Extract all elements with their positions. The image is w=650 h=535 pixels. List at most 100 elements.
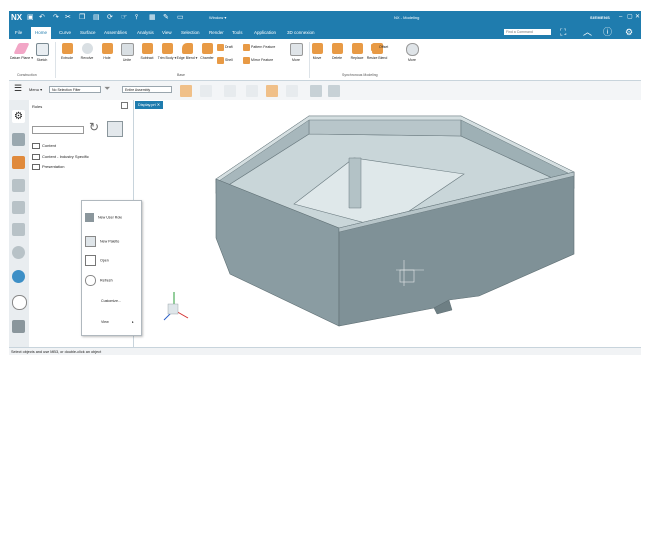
selection-filter-dropdown[interactable]: No Selection Filter bbox=[49, 86, 101, 93]
settings-icon[interactable]: ⚙ bbox=[625, 28, 633, 37]
panel-pin-icon[interactable] bbox=[121, 102, 128, 109]
filter-funnel-icon[interactable]: ⏷ bbox=[104, 84, 110, 94]
collapse-ribbon-icon[interactable]: ︿ bbox=[583, 28, 592, 37]
point-snap-icon[interactable] bbox=[286, 85, 298, 97]
menu-item-view[interactable]: View ▸ bbox=[101, 320, 137, 324]
touch-mode-icon[interactable]: ☞ bbox=[121, 14, 127, 22]
save-icon[interactable]: ▣ bbox=[27, 14, 34, 22]
face-select-icon[interactable] bbox=[266, 85, 278, 97]
graphics-window[interactable]: Display.prt ✕ bbox=[134, 100, 641, 347]
assembly-navigator-icon[interactable] bbox=[12, 156, 25, 169]
tab-analysis[interactable]: Analysis bbox=[137, 30, 154, 35]
unite-button[interactable]: Unite bbox=[116, 43, 138, 62]
info-icon[interactable] bbox=[12, 246, 25, 259]
history-clock-icon[interactable] bbox=[12, 295, 27, 310]
part-model[interactable] bbox=[134, 100, 641, 347]
subtract-button[interactable]: Subtract bbox=[136, 43, 158, 60]
move-face-icon bbox=[311, 43, 323, 54]
menu-item-open[interactable]: Open bbox=[85, 255, 109, 266]
fullscreen-icon[interactable]: ⛶ bbox=[560, 28, 566, 37]
pattern-feature-button[interactable]: Pattern Feature bbox=[243, 43, 275, 51]
tab-surface[interactable]: Surface bbox=[80, 30, 96, 35]
window-dropdown[interactable]: Window ▾ bbox=[209, 15, 226, 20]
replace-face-icon bbox=[351, 43, 363, 54]
tab-file[interactable]: File bbox=[15, 30, 22, 35]
undo-icon[interactable]: ↶ bbox=[39, 14, 45, 22]
ribbon-tab-bar: File Home Curve Surface Assemblies Analy… bbox=[9, 26, 641, 39]
sketch-button[interactable]: Sketch bbox=[31, 43, 53, 62]
cut-icon[interactable]: ✂ bbox=[65, 14, 71, 22]
roles-filter-dropdown[interactable] bbox=[32, 126, 84, 134]
subtract-icon bbox=[141, 43, 153, 54]
sketch-icon bbox=[35, 43, 49, 56]
pin-icon[interactable]: ⫯ bbox=[135, 14, 138, 22]
delete-face-icon bbox=[331, 43, 343, 54]
repeat-command-icon[interactable]: ⟳ bbox=[107, 14, 113, 22]
list-item[interactable]: Content bbox=[32, 143, 56, 149]
filter-icon[interactable] bbox=[224, 85, 236, 97]
close-icon[interactable]: ✕ bbox=[635, 14, 640, 20]
tab-3dconnexion[interactable]: 3D connexion bbox=[287, 30, 315, 35]
minimize-icon[interactable]: – bbox=[619, 14, 622, 20]
replace-face-button[interactable]: Replace bbox=[346, 43, 368, 60]
web-browser-icon[interactable] bbox=[12, 270, 25, 283]
paste-icon[interactable]: ▤ bbox=[93, 14, 100, 22]
tab-assemblies[interactable]: Assemblies bbox=[104, 30, 127, 35]
menu-item-customize[interactable]: Customize... bbox=[101, 299, 121, 303]
mirror-feature-button[interactable]: Mirror Feature bbox=[243, 56, 273, 64]
hole-button[interactable]: Hole bbox=[96, 43, 118, 60]
revolve-button[interactable]: Revolve bbox=[76, 43, 98, 60]
tab-render[interactable]: Render bbox=[209, 30, 224, 35]
tab-application[interactable]: Application bbox=[254, 30, 276, 35]
selection-scope-dropdown[interactable]: Entire Assembly bbox=[122, 86, 172, 93]
offset-button[interactable]: Offset bbox=[371, 43, 388, 51]
shaded-view-icon[interactable] bbox=[310, 85, 322, 97]
trim-body-button[interactable]: Trim Body ▾ bbox=[156, 43, 178, 60]
edge-blend-button[interactable]: Edge Blend ▾ bbox=[176, 43, 198, 60]
select-features-icon[interactable] bbox=[180, 85, 192, 97]
menu-item-refresh[interactable]: Refresh bbox=[85, 275, 113, 286]
layout-icon[interactable]: ▦ bbox=[149, 14, 156, 22]
view-orient-icon[interactable] bbox=[328, 85, 340, 97]
copy-icon[interactable]: ❐ bbox=[79, 14, 85, 22]
nx-logo: NX bbox=[11, 13, 23, 22]
datum-plane-button[interactable]: Datum Plane ▾ bbox=[10, 43, 33, 60]
tab-tools[interactable]: Tools bbox=[232, 30, 243, 35]
settings-gear-icon[interactable]: ⚙ bbox=[12, 110, 25, 123]
list-item[interactable]: Content - Industry Specific bbox=[32, 154, 89, 160]
draft-button[interactable]: Draft bbox=[217, 43, 233, 51]
maximize-icon[interactable]: ▢ bbox=[627, 14, 633, 20]
constraint-navigator-icon[interactable] bbox=[12, 179, 25, 192]
more-base-button[interactable]: More bbox=[285, 43, 307, 62]
roles-icon[interactable] bbox=[12, 320, 25, 333]
tab-selection[interactable]: Selection bbox=[181, 30, 200, 35]
view-options-icon[interactable] bbox=[107, 121, 123, 137]
menu-item-new-user-role[interactable]: New User Role bbox=[85, 213, 122, 222]
shell-button[interactable]: Shell bbox=[217, 56, 233, 64]
chamfer-button[interactable]: Chamfer bbox=[196, 43, 218, 60]
menu-button[interactable]: Menu ▾ bbox=[29, 87, 42, 92]
edit-icon[interactable]: ✎ bbox=[163, 14, 169, 22]
delete-face-button[interactable]: Delete bbox=[326, 43, 348, 60]
command-search-input[interactable] bbox=[504, 29, 551, 35]
tab-curve[interactable]: Curve bbox=[59, 30, 71, 35]
window-icon[interactable]: ▭ bbox=[177, 14, 184, 22]
extrude-button[interactable]: Extrude bbox=[56, 43, 78, 60]
move-face-button[interactable]: Move bbox=[306, 43, 328, 60]
more-sync-button[interactable]: More bbox=[401, 43, 423, 62]
refresh-icon[interactable]: ↻ bbox=[89, 121, 99, 133]
tab-home[interactable]: Home bbox=[31, 27, 52, 39]
hamburger-menu-icon[interactable]: ☰ bbox=[14, 84, 22, 93]
tab-view[interactable]: View bbox=[162, 30, 172, 35]
list-item[interactable]: Presentation bbox=[32, 164, 64, 170]
edge-select-icon[interactable] bbox=[246, 85, 258, 97]
pattern-feature-icon bbox=[243, 43, 250, 51]
help-icon[interactable]: ⓘ bbox=[603, 28, 612, 37]
snap-point-icon[interactable] bbox=[200, 85, 212, 97]
hd3d-tools-icon[interactable] bbox=[12, 223, 25, 236]
menu-item-new-palette[interactable]: New Palette bbox=[85, 236, 119, 247]
shell-icon bbox=[217, 56, 224, 64]
reuse-library-icon[interactable] bbox=[12, 201, 25, 214]
redo-icon[interactable]: ↷ bbox=[53, 14, 59, 22]
part-navigator-icon[interactable] bbox=[12, 133, 25, 146]
